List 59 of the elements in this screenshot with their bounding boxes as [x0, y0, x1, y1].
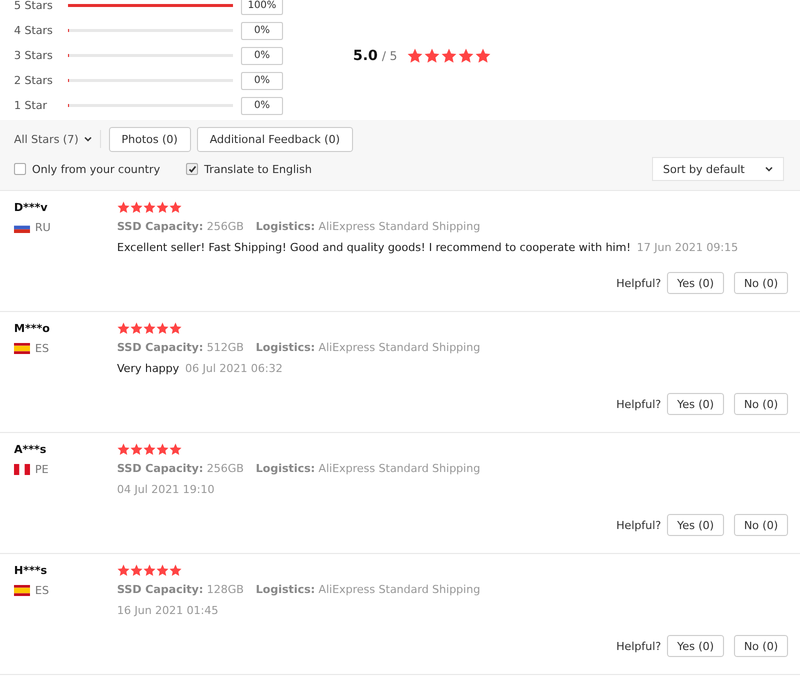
helpful-label: Helpful?: [616, 640, 662, 652]
product-attribute: Logistics: AliExpress Standard Shipping: [256, 583, 480, 596]
percent-badge: 0%: [241, 96, 283, 114]
percent-badge: 0%: [241, 46, 283, 64]
average-score: 5.0: [353, 48, 378, 64]
checkbox-label: Translate to English: [204, 162, 312, 176]
yes-button[interactable]: Yes (0): [667, 272, 724, 294]
review-date: 06 Jul 2021 06:32: [185, 362, 283, 376]
product-attribute: SSD Capacity: 256GB: [117, 462, 244, 475]
filter-button[interactable]: Photos (0): [108, 126, 191, 152]
review-date: 17 Jun 2021 09:15: [636, 241, 738, 255]
reviewer-name: M***o: [14, 322, 51, 335]
product-attribute: SSD Capacity: 512GB: [117, 341, 244, 354]
product-attribute: SSD Capacity: 256GB: [117, 220, 244, 233]
rating-label: 1 Star: [14, 99, 48, 112]
percent-badge: 100%: [241, 0, 283, 14]
rating-label: 5 Stars: [14, 0, 54, 12]
country-code: ES: [35, 342, 49, 355]
score-max: / 5: [382, 48, 398, 62]
no-button[interactable]: No (0): [734, 393, 788, 415]
chevron-down-icon: [84, 136, 92, 142]
no-button[interactable]: No (0): [734, 635, 788, 657]
yes-button[interactable]: Yes (0): [667, 635, 724, 657]
checkbox[interactable]: [186, 163, 198, 175]
review-text: Excellent seller! Fast Shipping! Good and quality goods! I recommend to cooperate with him!: [117, 241, 631, 255]
percent-badge: 0%: [241, 72, 283, 90]
rating-label: 2 Stars: [14, 74, 54, 87]
checkbox-label: Only from your country: [32, 162, 160, 176]
sort-dropdown[interactable]: Sort by default: [652, 157, 784, 181]
flag-icon: [14, 585, 30, 596]
rating-label: 3 Stars: [14, 49, 54, 62]
country-code: PE: [35, 463, 49, 476]
no-button[interactable]: No (0): [734, 514, 788, 536]
filter-button[interactable]: Additional Feedback (0): [196, 126, 353, 152]
chevron-down-icon: [765, 166, 773, 172]
helpful-label: Helpful?: [616, 398, 662, 410]
review-text: Very happy: [117, 362, 180, 376]
country-code: ES: [35, 584, 49, 597]
product-attribute: Logistics: AliExpress Standard Shipping: [256, 341, 480, 354]
flag-icon: [14, 464, 30, 475]
helpful-label: Helpful?: [616, 518, 662, 532]
flag-icon: [14, 343, 30, 354]
checkbox[interactable]: [14, 163, 26, 175]
percent-badge: 0%: [241, 22, 283, 40]
rating-label: 4 Stars: [14, 24, 54, 37]
yes-button[interactable]: Yes (0): [667, 393, 724, 415]
yes-button[interactable]: Yes (0): [667, 514, 724, 536]
reviewer-name: A***s: [14, 443, 48, 456]
review-date: 16 Jun 2021 01:45: [117, 604, 218, 618]
reviewer-name: H***s: [14, 564, 48, 577]
review-date: 04 Jul 2021 19:10: [117, 483, 214, 497]
stars-dropdown[interactable]: All Stars (7): [14, 132, 92, 146]
country-code: RU: [35, 221, 51, 234]
helpful-label: Helpful?: [616, 276, 662, 290]
no-button[interactable]: No (0): [734, 272, 788, 294]
product-attribute: Logistics: AliExpress Standard Shipping: [256, 462, 480, 475]
product-attribute: Logistics: AliExpress Standard Shipping: [256, 220, 480, 233]
product-attribute: SSD Capacity: 128GB: [117, 583, 244, 596]
reviewer-name: D***v: [14, 201, 49, 214]
